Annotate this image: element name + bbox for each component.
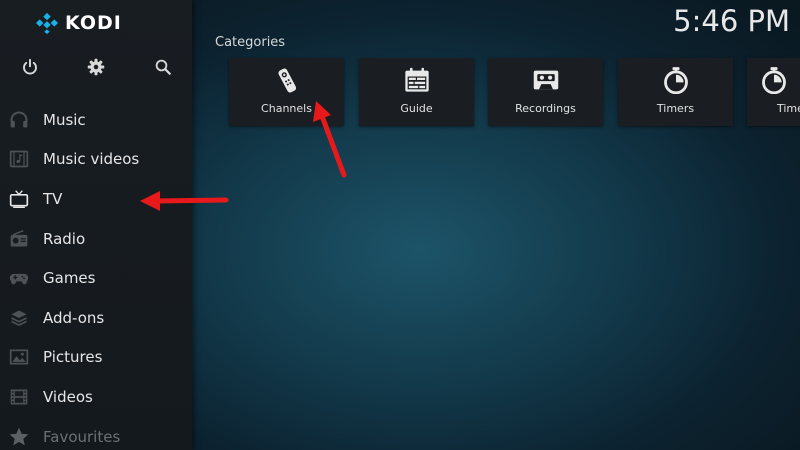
- kodi-home-screen: KODI Music Music videos TV Radio Games A…: [0, 0, 800, 450]
- pictures-icon: [8, 346, 30, 368]
- tile-label: Channels: [261, 102, 312, 115]
- sidebar-item-music-videos[interactable]: Music videos: [0, 140, 192, 180]
- sidebar-item-label: Favourites: [43, 427, 121, 446]
- tile-label: Timer: [777, 102, 800, 115]
- addons-icon: [8, 307, 30, 329]
- tile-recordings[interactable]: Recordings: [488, 58, 603, 126]
- star-icon: [8, 426, 30, 448]
- settings-button[interactable]: [85, 56, 107, 78]
- tile-label: Recordings: [515, 102, 576, 115]
- tile-channels[interactable]: Channels: [229, 58, 344, 126]
- search-button[interactable]: [152, 56, 174, 78]
- sidebar-item-label: Music videos: [43, 150, 140, 169]
- radio-icon: [8, 228, 30, 250]
- kodi-logo[interactable]: KODI: [36, 10, 122, 36]
- logo-text: KODI: [65, 12, 122, 34]
- gamepad-icon: [8, 267, 30, 289]
- sidebar-item-label: TV: [43, 189, 63, 208]
- stopwatch-icon: [618, 66, 733, 94]
- music-video-icon: [8, 148, 30, 170]
- cassette-icon: [488, 66, 603, 94]
- sidebar-item-videos[interactable]: Videos: [0, 377, 192, 417]
- sidebar-item-radio[interactable]: Radio: [0, 219, 192, 259]
- sidebar-item-label: Games: [43, 269, 96, 288]
- sidebar-item-label: Radio: [43, 229, 86, 248]
- calendar-icon: [359, 66, 474, 94]
- sidebar-item-label: Videos: [43, 387, 93, 406]
- sidebar-item-label: Add-ons: [43, 308, 105, 327]
- headphones-icon: [8, 109, 30, 131]
- sidebar-item-favourites[interactable]: Favourites: [0, 417, 192, 450]
- film-icon: [8, 386, 30, 408]
- tile-timer-rules[interactable]: Timer: [747, 58, 800, 126]
- sidebar-item-add-ons[interactable]: Add-ons: [0, 298, 192, 338]
- sidebar-item-games[interactable]: Games: [0, 258, 192, 298]
- remote-icon: [229, 66, 344, 94]
- tv-icon: [8, 188, 30, 210]
- tile-label: Guide: [400, 102, 433, 115]
- sidebar: KODI Music Music videos TV Radio Games A…: [0, 0, 192, 450]
- categories-heading: Categories: [215, 35, 286, 50]
- tile-guide[interactable]: Guide: [359, 58, 474, 126]
- tile-label: Timers: [656, 102, 695, 115]
- top-icon-bar: [0, 56, 192, 78]
- stopwatch-icon: [747, 66, 800, 94]
- power-button[interactable]: [19, 56, 41, 78]
- sidebar-item-music[interactable]: Music: [0, 100, 192, 140]
- search-icon: [155, 59, 171, 75]
- sidebar-item-label: Music: [43, 110, 86, 129]
- clock: 5:46 PM: [673, 4, 790, 38]
- main-menu: Music Music videos TV Radio Games Add-on…: [0, 100, 192, 450]
- sidebar-item-label: Pictures: [43, 348, 103, 367]
- tile-timers[interactable]: Timers: [618, 58, 733, 126]
- sidebar-item-tv[interactable]: TV: [0, 179, 192, 219]
- sidebar-item-pictures[interactable]: Pictures: [0, 338, 192, 378]
- kodi-logo-icon: [36, 12, 58, 34]
- power-icon: [23, 58, 37, 75]
- gear-icon: [87, 58, 105, 76]
